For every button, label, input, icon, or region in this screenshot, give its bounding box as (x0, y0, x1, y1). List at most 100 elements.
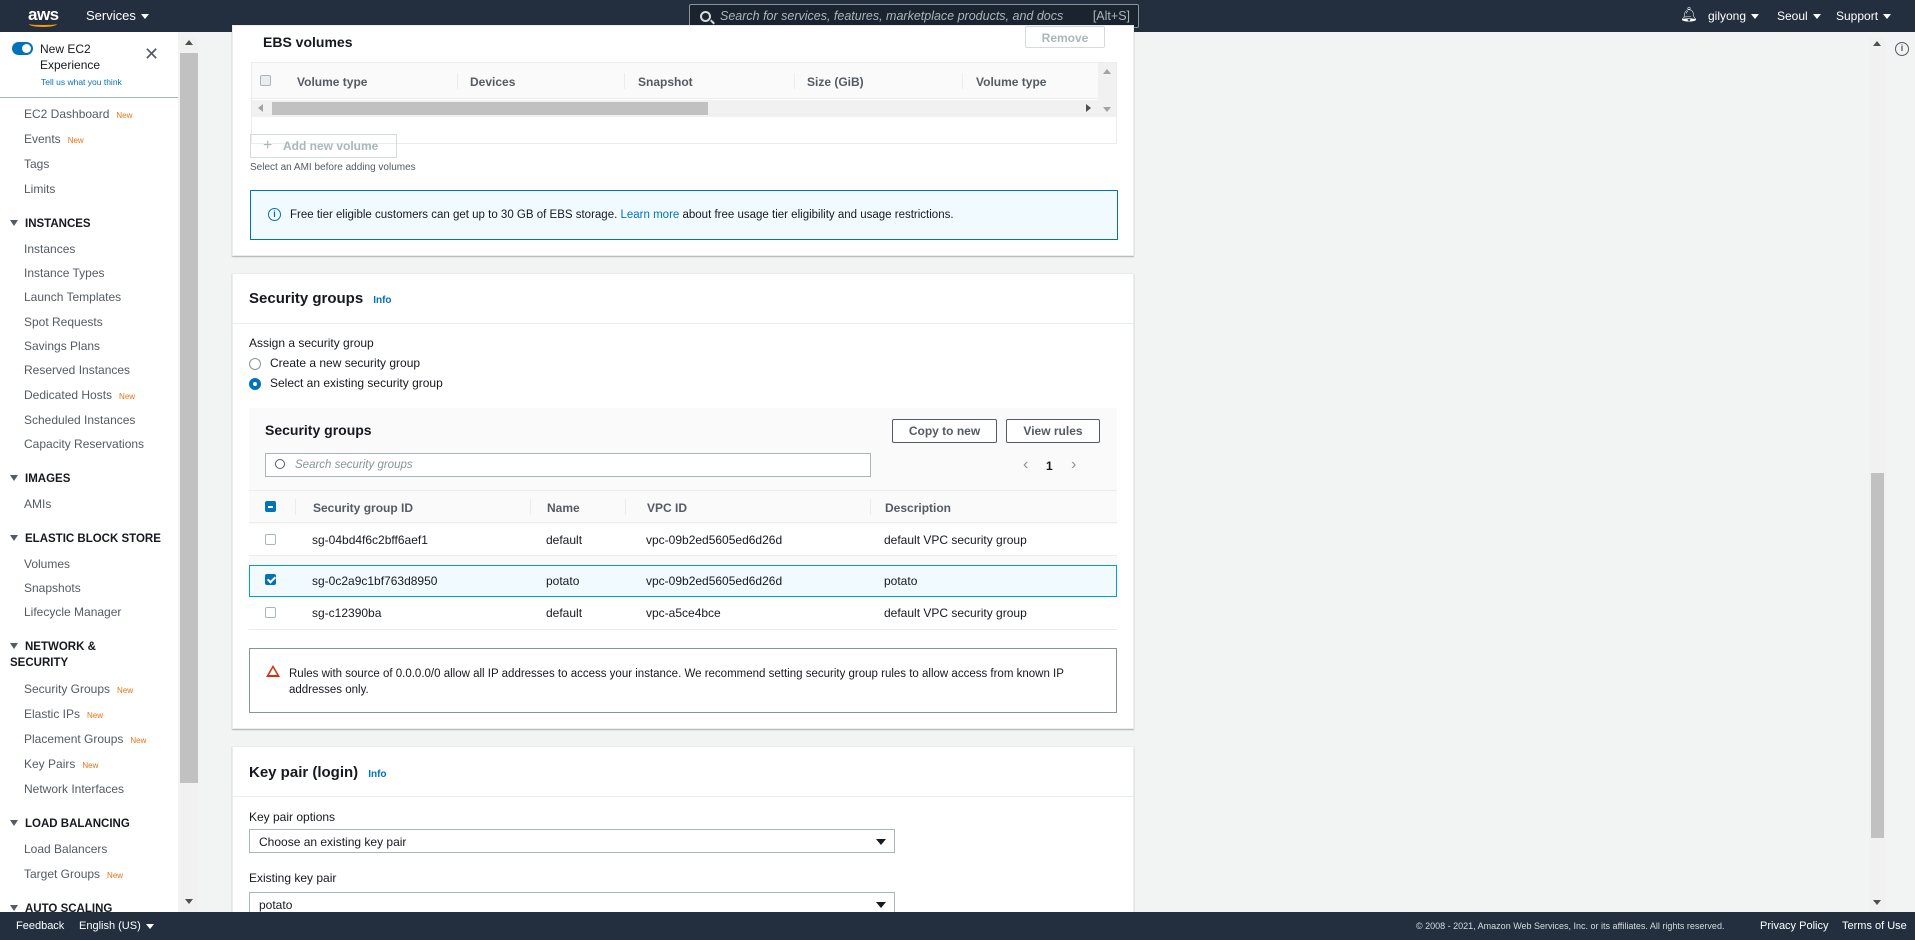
sidebar-item-ec2-dashboard[interactable]: EC2 Dashboard New (24, 107, 132, 121)
previous-page-icon[interactable]: ‹ (1023, 456, 1028, 474)
scroll-up-icon[interactable] (1103, 69, 1111, 74)
scroll-up-icon[interactable] (185, 40, 193, 45)
feedback-link[interactable]: Feedback (16, 920, 64, 932)
row-checkbox[interactable] (265, 534, 276, 545)
language-selector[interactable]: English (US) (79, 920, 154, 932)
new-experience-label: New EC2 Experience (40, 42, 101, 72)
column-volume-type: Volume type (297, 75, 368, 89)
scroll-up-icon[interactable] (1873, 41, 1881, 46)
sidebar-section-load-balancing[interactable]: LOAD BALANCING (10, 816, 130, 832)
remove-volume-button[interactable]: Remove (1025, 26, 1105, 48)
new-experience-toggle[interactable] (12, 42, 33, 55)
create-new-sg-label[interactable]: Create a new security group (270, 356, 420, 370)
sidebar-item-instance-types[interactable]: Instance Types (24, 266, 105, 280)
section-title: ELASTIC BLOCK STORE (25, 533, 161, 545)
table-row[interactable]: sg-04bd4f6c2bff6aef1 default vpc-09b2ed5… (249, 524, 1117, 556)
services-menu[interactable]: Services (86, 8, 149, 23)
main-scrollbar-thumb[interactable] (1871, 473, 1884, 838)
security-group-id: sg-0c2a9c1bf763d8950 (312, 574, 438, 588)
main-scrollbar[interactable] (1869, 37, 1886, 912)
bell-icon[interactable]: 🔔︎ (1680, 6, 1698, 23)
copy-to-new-button[interactable]: Copy to new (892, 419, 997, 443)
row-checkbox[interactable] (265, 607, 276, 618)
sidebar-item-load-balancers[interactable]: Load Balancers (24, 842, 107, 856)
sidebar-section-instances[interactable]: INSTANCES (10, 216, 91, 232)
section-title: NETWORK & SECURITY (10, 641, 96, 669)
user-menu[interactable]: gilyong (1708, 9, 1760, 23)
select-all-checkbox[interactable] (260, 75, 271, 86)
key-pair-options-select[interactable]: Choose an existing key pair (249, 829, 895, 853)
sidebar-item-instances[interactable]: Instances (24, 242, 75, 256)
sidebar-item-launch-templates[interactable]: Launch Templates (24, 290, 121, 304)
sidebar-item-volumes[interactable]: Volumes (24, 557, 70, 571)
select-all-checkbox[interactable] (265, 501, 276, 512)
sidebar-item-scheduled-instances[interactable]: Scheduled Instances (24, 413, 135, 427)
scroll-right-icon[interactable] (1086, 104, 1091, 112)
next-page-icon[interactable]: › (1071, 456, 1076, 474)
sidebar-item-target-groups[interactable]: Target Groups New (24, 867, 123, 881)
sidebar-item-label: EC2 Dashboard (24, 107, 110, 121)
select-existing-sg-radio[interactable] (249, 378, 261, 390)
sidebar-item-label: Volumes (24, 557, 71, 571)
sidebar-item-label: Lifecycle Manager (24, 605, 122, 619)
select-existing-sg-label[interactable]: Select an existing security group (270, 376, 443, 390)
scroll-down-icon[interactable] (185, 899, 193, 904)
sidebar-item-elastic-ips[interactable]: Elastic IPs New (24, 707, 103, 721)
sidebar-item-capacity-reservations[interactable]: Capacity Reservations (24, 437, 144, 451)
sidebar-item-reserved-instances[interactable]: Reserved Instances (24, 363, 130, 377)
info-icon: i (268, 208, 281, 221)
view-rules-button[interactable]: View rules (1006, 419, 1100, 443)
sidebar-item-tags[interactable]: Tags (24, 157, 49, 171)
table-row[interactable]: sg-c12390ba default vpc-a5ce4bce default… (249, 597, 1117, 630)
sidebar-scrollbar-thumb[interactable] (180, 53, 198, 783)
sidebar-item-savings-plans[interactable]: Savings Plans (24, 339, 100, 353)
info-link[interactable]: Info (368, 769, 386, 780)
sidebar-item-spot-requests[interactable]: Spot Requests (24, 315, 103, 329)
security-group-search-input[interactable]: Search security groups (265, 453, 871, 477)
sidebar-item-snapshots[interactable]: Snapshots (24, 581, 81, 595)
horizontal-scrollbar-thumb[interactable] (272, 102, 708, 115)
feedback-link[interactable]: Tell us what you think (41, 77, 122, 87)
region-menu[interactable]: Seoul (1777, 9, 1821, 23)
sidebar-item-key-pairs[interactable]: Key Pairs New (24, 757, 98, 771)
sidebar-section-ebs[interactable]: ELASTIC BLOCK STORE (10, 531, 161, 547)
terms-of-use-link[interactable]: Terms of Use (1842, 920, 1907, 932)
search-placeholder: Search security groups (295, 459, 413, 471)
sidebar-item-dedicated-hosts[interactable]: Dedicated Hosts New (24, 388, 135, 402)
sidebar-section-network-security[interactable]: NETWORK & SECURITY (10, 639, 130, 671)
current-page[interactable]: 1 (1046, 459, 1053, 473)
info-link[interactable]: Info (373, 295, 391, 306)
learn-more-link[interactable]: Learn more (620, 209, 679, 221)
scroll-down-icon[interactable] (1873, 900, 1881, 905)
sidebar-divider (0, 97, 178, 98)
sidebar-item-label: Capacity Reservations (24, 437, 145, 451)
sidebar-section-images[interactable]: IMAGES (10, 471, 70, 487)
sidebar-item-placement-groups[interactable]: Placement Groups New (24, 732, 146, 746)
support-menu[interactable]: Support (1836, 9, 1892, 23)
row-checkbox[interactable] (265, 574, 276, 585)
horizontal-scrollbar[interactable] (252, 100, 1098, 117)
create-new-sg-radio[interactable] (249, 358, 261, 370)
vertical-scrollbar[interactable] (1098, 63, 1116, 117)
column-snapshot: Snapshot (638, 75, 693, 89)
help-panel-info-icon[interactable]: i (1895, 42, 1909, 56)
sidebar: New EC2 Experience Tell us what you thin… (0, 32, 178, 915)
scroll-left-icon[interactable] (258, 104, 263, 112)
sidebar-item-events[interactable]: Events New (24, 132, 84, 146)
column-divider (295, 499, 296, 515)
privacy-policy-link[interactable]: Privacy Policy (1760, 920, 1828, 932)
security-groups-title: Security groups Info (249, 290, 392, 307)
sidebar-scrollbar[interactable] (180, 37, 198, 913)
caret-down-icon (10, 475, 18, 481)
sidebar-item-amis[interactable]: AMIs (24, 497, 51, 511)
close-icon[interactable]: ✕ (144, 45, 159, 63)
add-volume-button[interactable]: + Add new volume (250, 134, 397, 158)
sidebar-item-security-groups[interactable]: Security Groups New (24, 682, 133, 696)
sidebar-item-label: Launch Templates (24, 290, 122, 304)
column-volume-type-2: Volume type (976, 75, 1047, 89)
sidebar-item-lifecycle-manager[interactable]: Lifecycle Manager (24, 605, 121, 619)
sidebar-item-limits[interactable]: Limits (24, 182, 55, 196)
scroll-down-icon[interactable] (1103, 107, 1111, 112)
sidebar-item-network-interfaces[interactable]: Network Interfaces (24, 782, 124, 796)
table-row-selected[interactable]: sg-0c2a9c1bf763d8950 potato vpc-09b2ed56… (249, 565, 1117, 597)
